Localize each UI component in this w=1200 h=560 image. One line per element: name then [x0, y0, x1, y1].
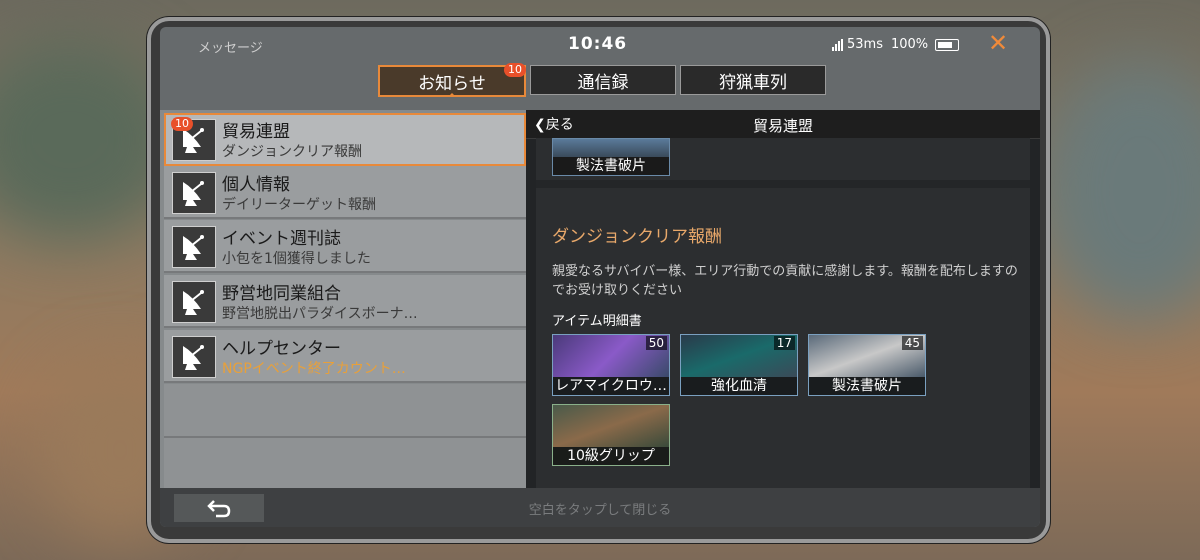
satellite-dish-icon [172, 172, 216, 214]
item-name: レアマイクロウ… [553, 377, 669, 395]
item-name: 製法書破片 [809, 377, 925, 395]
recipe-fragment-icon [553, 139, 669, 157]
list-empty-row [164, 384, 526, 438]
bottom-bar[interactable]: 空白をタップして閉じる [160, 488, 1040, 527]
close-hint: 空白をタップして閉じる [528, 503, 672, 518]
satellite-dish-icon [172, 336, 216, 378]
item-card[interactable]: 製法書破片 [552, 138, 670, 176]
close-icon[interactable]: ✕ [988, 31, 1008, 55]
unread-badge: 10 [171, 117, 193, 131]
satellite-dish-icon: 10 [171, 117, 216, 161]
list-item-subtitle: 小包を1個獲得しました [222, 251, 371, 267]
item-quantity: 45 [901, 336, 923, 350]
satellite-dish-icon [172, 281, 216, 323]
list-item-subtitle: 野営地脱出パラダイスボーナ… [222, 306, 418, 322]
tab-badge: 10 [504, 63, 526, 77]
reward-item[interactable]: 50 レアマイクロウ… [552, 334, 670, 396]
item-name: 製法書破片 [553, 157, 669, 175]
list-item-subtitle: ダンジョンクリア報酬 [222, 144, 362, 160]
list-item-title: 貿易連盟 [222, 122, 290, 142]
battery-value: 100% [890, 37, 929, 52]
tab-active-indicator [448, 93, 456, 97]
grip-icon [553, 405, 669, 447]
list-empty-row [164, 438, 526, 492]
message-text: 親愛なるサバイバー様、エリア行動での貢献に感謝します。報酬を配布しますのでお受け… [552, 264, 1018, 298]
items-label: アイテム明細書 [552, 314, 642, 329]
divider [536, 180, 1030, 188]
tab-label: 狩猟車列 [719, 72, 787, 93]
list-item-subtitle: NGPイベント終了カウント… [222, 361, 406, 377]
list-item-subtitle: デイリーターゲット報酬 [222, 197, 376, 213]
section-title: ダンジョンクリア報酬 [552, 227, 722, 247]
item-name: 強化血清 [681, 377, 797, 395]
tab-bar: お知らせ 10 通信録 狩猟車列 [378, 63, 826, 97]
message-detail: ❮戻る 貿易連盟 製法書破片 ダンジョンクリア報酬 親愛なるサバイバー様、エリア… [526, 110, 1040, 488]
list-item-personal-info[interactable]: 個人情報 デイリーターゲット報酬 [164, 166, 526, 219]
detail-title: 貿易連盟 [752, 117, 813, 135]
item-quantity: 17 [773, 336, 795, 350]
tab-label: お知らせ [418, 73, 486, 94]
reward-item[interactable]: 17 強化血清 [680, 334, 798, 396]
item-quantity: 50 [645, 336, 667, 350]
tab-contacts[interactable]: 通信録 [530, 65, 676, 95]
signal-icon [832, 38, 843, 51]
reward-item[interactable]: 10級グリップ [552, 404, 670, 466]
list-item-help-center[interactable]: ヘルプセンター NGPイベント終了カウント… [164, 330, 526, 383]
background-building [1040, 60, 1200, 320]
battery-icon [935, 38, 960, 51]
list-item-camp-guild[interactable]: 野営地同業組合 野営地脱出パラダイスボーナ… [164, 275, 526, 328]
window-title: メッセージ [198, 41, 263, 56]
detail-body[interactable]: 製法書破片 ダンジョンクリア報酬 親愛なるサバイバー様、エリア行動での貢献に感謝… [536, 138, 1030, 488]
tab-hunting-convoy[interactable]: 狩猟車列 [680, 65, 826, 95]
satellite-dish-icon [172, 226, 216, 268]
status-bar: メッセージ 10:46 53ms 100% ✕ [160, 27, 1040, 63]
network-status: 53ms 100% [832, 37, 960, 52]
list-item-trade-union[interactable]: 10 貿易連盟 ダンジョンクリア報酬 [164, 113, 526, 166]
item-name: 10級グリップ [553, 447, 669, 465]
message-list: 10 貿易連盟 ダンジョンクリア報酬 個人情報 デイリーターゲット報酬 イベント… [160, 110, 526, 492]
list-item-event-weekly[interactable]: イベント週刊誌 小包を1個獲得しました [164, 220, 526, 273]
detail-header: ❮戻る 貿易連盟 [526, 110, 1040, 139]
reward-item[interactable]: 45 製法書破片 [808, 334, 926, 396]
message-window: メッセージ 10:46 53ms 100% ✕ お知らせ 10 通信録 狩猟車列… [160, 27, 1040, 527]
list-item-title: ヘルプセンター [222, 339, 341, 359]
list-item-title: 個人情報 [222, 175, 290, 195]
clock: 10:46 [568, 34, 628, 54]
list-item-title: 野営地同業組合 [222, 284, 341, 304]
list-item-title: イベント週刊誌 [222, 229, 341, 249]
tab-notices[interactable]: お知らせ 10 [378, 63, 526, 97]
tab-label: 通信録 [577, 72, 629, 93]
ping-value: 53ms [847, 37, 883, 52]
